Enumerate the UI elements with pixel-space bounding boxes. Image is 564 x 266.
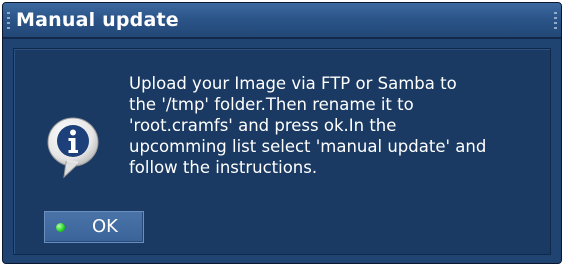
dialog-title: Manual update [16, 9, 179, 31]
right-grip-icon [554, 12, 557, 30]
manual-update-dialog: Manual update Upload your Image via FTP … [2, 2, 562, 264]
info-icon [47, 117, 99, 179]
ok-button-label: OK [92, 216, 118, 237]
ok-button[interactable]: OK [44, 211, 144, 243]
dialog-message: Upload your Image via FTP or Samba to th… [129, 74, 487, 177]
dialog-body: Upload your Image via FTP or Samba to th… [13, 48, 551, 255]
dialog-titlebar: Manual update [3, 3, 561, 39]
left-grip-icon [7, 12, 10, 30]
green-led-icon [56, 223, 65, 232]
